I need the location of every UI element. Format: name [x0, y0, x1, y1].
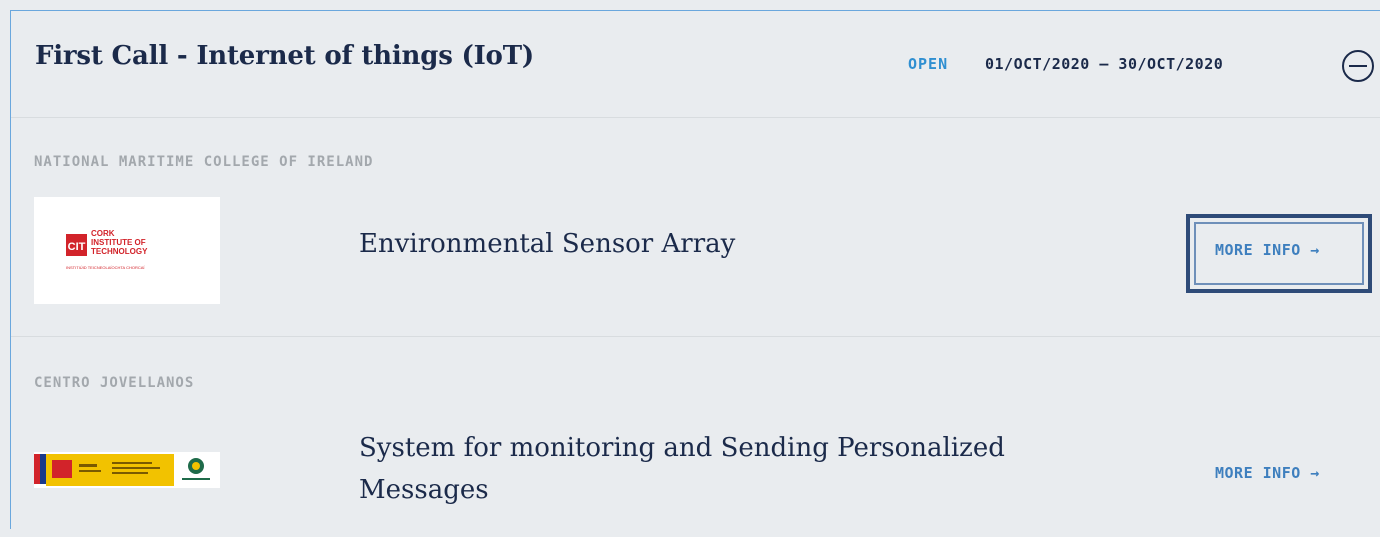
status-badge: OPEN — [908, 55, 949, 73]
logo-line-1: CORK — [91, 229, 115, 238]
list-item: CENTRO JOVELLANOS System for monitoring … — [11, 337, 1380, 537]
more-info-link[interactable]: MORE INFO → — [1215, 464, 1320, 482]
logo-tagline: INSTITIÚID TEICNEOLAÍOCHTA CHORCAÍ — [66, 265, 145, 270]
organization-logo — [34, 452, 220, 488]
project-title: Environmental Sensor Array — [359, 229, 736, 259]
organization-name: NATIONAL MARITIME COLLEGE OF IRELAND — [34, 154, 374, 170]
call-dates: 01/OCT/2020 – 30/OCT/2020 — [985, 55, 1224, 73]
logo-line-2: INSTITUTE OF — [91, 238, 146, 247]
minus-circle-icon[interactable] — [1341, 49, 1375, 83]
list-item: NATIONAL MARITIME COLLEGE OF IRELAND CIT… — [11, 118, 1380, 337]
logo-mark: CIT — [68, 241, 86, 253]
organization-name: CENTRO JOVELLANOS — [34, 375, 195, 391]
more-info-link[interactable]: MORE INFO → — [1215, 241, 1320, 259]
call-panel: First Call - Internet of things (IoT) OP… — [10, 10, 1380, 529]
call-header[interactable]: First Call - Internet of things (IoT) OP… — [11, 11, 1380, 118]
call-title: First Call - Internet of things (IoT) — [35, 41, 534, 71]
logo-line-3: TECHNOLOGY — [91, 247, 148, 256]
organization-logo: CIT CORK INSTITUTE OF TECHNOLOGY INSTITI… — [34, 197, 220, 304]
project-title: System for monitoring and Sending Person… — [359, 433, 1005, 505]
